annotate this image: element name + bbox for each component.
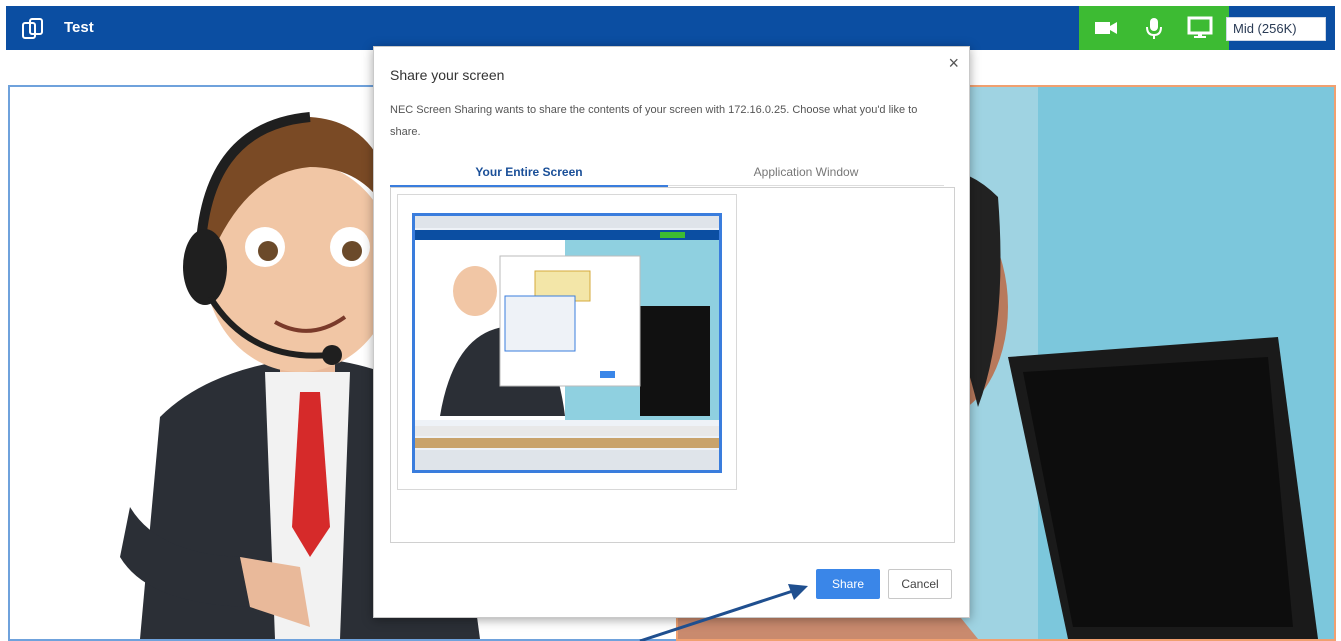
screen-option[interactable] <box>397 194 737 490</box>
share-screen-dialog: × Share your screen NEC Screen Sharing w… <box>373 46 970 618</box>
tab-entire-screen[interactable]: Your Entire Screen <box>390 159 668 187</box>
share-button[interactable]: Share <box>816 569 880 599</box>
dialog-title: Share your screen <box>390 67 505 83</box>
bandwidth-select[interactable]: Mid (256K) <box>1226 17 1326 41</box>
video-camera-icon[interactable] <box>1093 15 1119 41</box>
close-icon[interactable]: × <box>948 53 959 74</box>
cancel-button[interactable]: Cancel <box>888 569 952 599</box>
app-logo-icon <box>22 18 43 39</box>
tab-application-window[interactable]: Application Window <box>668 159 944 186</box>
conference-title: Test <box>64 19 94 36</box>
screen-share-icon[interactable] <box>1187 15 1213 41</box>
screen-preview-image <box>415 216 719 470</box>
screen-thumbnail[interactable] <box>412 213 722 473</box>
screen-picker-pane <box>390 187 955 543</box>
annotation-arrow <box>639 584 808 641</box>
app-header: Test Mid (256K) <box>6 6 1335 50</box>
media-controls <box>1079 6 1229 50</box>
dialog-description: NEC Screen Sharing wants to share the co… <box>390 104 918 138</box>
microphone-icon[interactable] <box>1141 15 1167 41</box>
